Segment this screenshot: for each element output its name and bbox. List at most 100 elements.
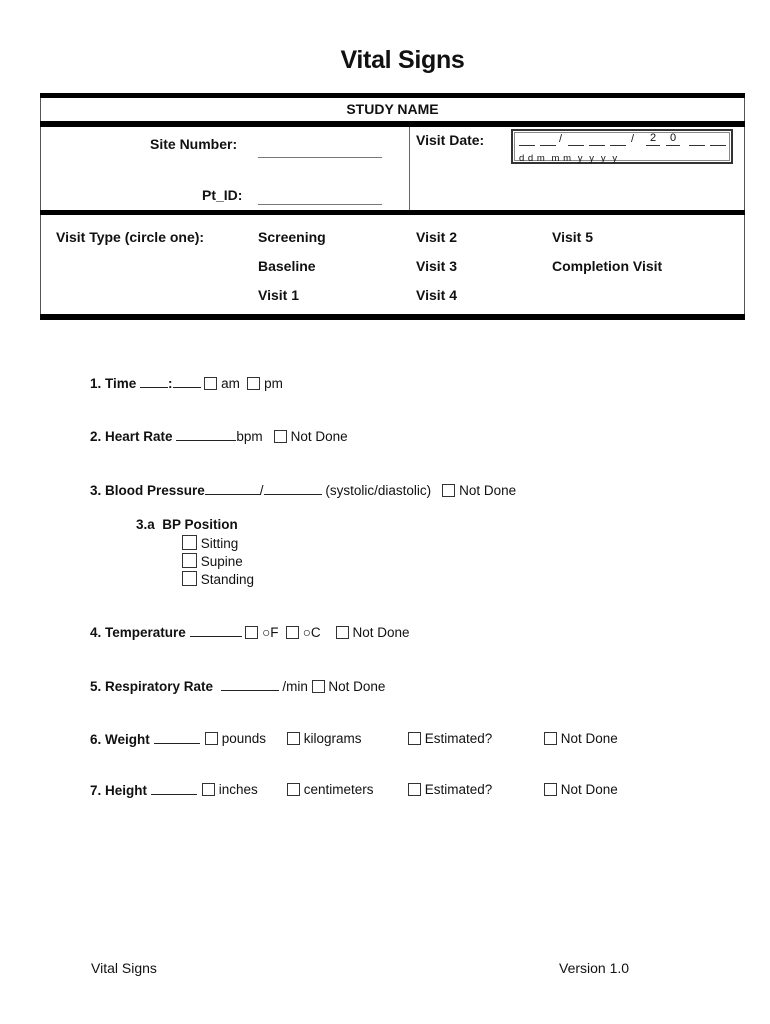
divider-band bbox=[40, 210, 745, 215]
question-weight: 6. Weight bbox=[90, 731, 200, 747]
bp-not-done-label: Not Done bbox=[459, 483, 517, 498]
visit-option-visit-4[interactable]: Visit 4 bbox=[416, 287, 457, 303]
weight-label: 6. Weight bbox=[90, 732, 150, 747]
height-label: 7. Height bbox=[90, 783, 148, 798]
date-month-2[interactable] bbox=[589, 145, 605, 146]
date-format-hint: d d m m m y y y y bbox=[519, 153, 618, 164]
visit-option-visit-1[interactable]: Visit 1 bbox=[258, 287, 299, 303]
visit-date-label: Visit Date: bbox=[416, 132, 485, 148]
weight-estimated-checkbox[interactable] bbox=[408, 732, 421, 745]
pounds-checkbox[interactable] bbox=[205, 732, 218, 745]
height-estimated-label: Estimated? bbox=[424, 782, 493, 797]
date-year-3[interactable] bbox=[689, 145, 705, 146]
bp-not-done-checkbox[interactable] bbox=[442, 484, 456, 497]
date-year-2 bbox=[666, 145, 680, 146]
inches-label: inches bbox=[218, 782, 258, 797]
weight-not-done-label: Not Done bbox=[560, 731, 618, 746]
date-separator: / bbox=[631, 133, 635, 145]
supine-checkbox[interactable] bbox=[182, 553, 197, 568]
inches-checkbox[interactable] bbox=[202, 783, 215, 796]
temperature-not-done-checkbox[interactable] bbox=[335, 626, 349, 639]
pt-id-label: Pt_ID: bbox=[202, 187, 243, 203]
date-month-3[interactable] bbox=[610, 145, 626, 146]
site-number-field[interactable] bbox=[258, 157, 382, 158]
question-blood-pressure: 3. Blood Pressure / (systolic/diastolic) … bbox=[90, 482, 516, 498]
height-not-done-checkbox[interactable] bbox=[544, 783, 557, 796]
question-heart-rate: 2. Heart Rate bpm Not Done bbox=[90, 428, 348, 444]
date-separator: / bbox=[559, 133, 563, 145]
respiratory-not-done-label: Not Done bbox=[328, 679, 386, 694]
bp-position-label: 3.a BP Position bbox=[136, 517, 238, 532]
kilograms-label: kilograms bbox=[303, 731, 362, 746]
systolic-field[interactable] bbox=[204, 482, 260, 495]
question-temperature: 4. Temperature ○F ○C Not Done bbox=[90, 624, 410, 640]
time-hour-field[interactable] bbox=[140, 375, 169, 388]
visit-date-field[interactable]: / / 2 0 d d m m m y y y y bbox=[511, 129, 733, 164]
respiratory-not-done-checkbox[interactable] bbox=[311, 680, 325, 693]
bp-position-sitting: Sitting bbox=[182, 535, 238, 551]
question-time: 1. Time : am pm bbox=[90, 375, 283, 391]
bottom-border bbox=[40, 314, 745, 320]
heart-rate-unit: bpm bbox=[236, 429, 263, 444]
date-day-1[interactable] bbox=[519, 145, 535, 146]
bp-unit: (systolic/diastolic) bbox=[325, 483, 432, 498]
pounds-label: pounds bbox=[221, 731, 267, 746]
blood-pressure-label: 3. Blood Pressure bbox=[90, 483, 205, 498]
study-name: STUDY NAME bbox=[346, 101, 439, 117]
heart-rate-label: 2. Heart Rate bbox=[90, 429, 173, 444]
sitting-label: Sitting bbox=[200, 536, 239, 551]
temperature-field[interactable] bbox=[189, 624, 242, 637]
pt-id-field[interactable] bbox=[258, 204, 382, 205]
fahrenheit-checkbox[interactable] bbox=[245, 626, 259, 639]
sitting-checkbox[interactable] bbox=[182, 535, 197, 550]
top-border bbox=[40, 93, 745, 98]
visit-option-visit-3[interactable]: Visit 3 bbox=[416, 258, 457, 274]
height-field[interactable] bbox=[150, 782, 197, 795]
temperature-label: 4. Temperature bbox=[90, 625, 186, 640]
visit-option-visit-2[interactable]: Visit 2 bbox=[416, 229, 457, 245]
diastolic-field[interactable] bbox=[263, 482, 322, 495]
time-label: 1. Time bbox=[90, 376, 137, 391]
question-height: 7. Height bbox=[90, 782, 197, 798]
heart-rate-not-done-checkbox[interactable] bbox=[273, 430, 287, 443]
visit-option-visit-5[interactable]: Visit 5 bbox=[552, 229, 593, 245]
site-number-label: Site Number: bbox=[150, 136, 238, 152]
date-year-4[interactable] bbox=[710, 145, 726, 146]
height-estimated-checkbox[interactable] bbox=[408, 783, 421, 796]
weight-estimated-label: Estimated? bbox=[424, 731, 493, 746]
date-year-1 bbox=[646, 145, 660, 146]
am-checkbox[interactable] bbox=[204, 377, 218, 390]
date-day-2[interactable] bbox=[540, 145, 556, 146]
page-title: Vital Signs bbox=[340, 46, 465, 74]
question-respiratory-rate: 5. Respiratory Rate /min Not Done bbox=[90, 678, 385, 694]
bp-position-supine: Supine bbox=[182, 553, 243, 569]
respiratory-rate-unit: /min bbox=[282, 679, 308, 694]
footer-version: Version 1.0 bbox=[559, 960, 630, 976]
weight-field[interactable] bbox=[153, 731, 200, 744]
celsius-label: ○C bbox=[302, 625, 321, 640]
date-year-prefix-2: 0 bbox=[670, 132, 677, 144]
heart-rate-field[interactable] bbox=[176, 428, 237, 441]
kilograms-checkbox[interactable] bbox=[287, 732, 300, 745]
supine-label: Supine bbox=[200, 554, 243, 569]
respiratory-rate-label: 5. Respiratory Rate bbox=[90, 679, 214, 694]
date-year-prefix-1: 2 bbox=[650, 132, 657, 144]
pm-label: pm bbox=[264, 376, 283, 391]
respiratory-rate-field[interactable] bbox=[220, 678, 279, 691]
temperature-not-done-label: Not Done bbox=[352, 625, 410, 640]
time-minute-field[interactable] bbox=[172, 375, 201, 388]
celsius-checkbox[interactable] bbox=[286, 626, 300, 639]
visit-option-baseline[interactable]: Baseline bbox=[258, 258, 316, 274]
visit-option-screening[interactable]: Screening bbox=[258, 229, 326, 245]
bp-position-standing: Standing bbox=[182, 571, 254, 587]
centimeters-label: centimeters bbox=[303, 782, 374, 797]
date-month-1[interactable] bbox=[568, 145, 584, 146]
standing-checkbox[interactable] bbox=[182, 571, 197, 586]
fahrenheit-label: ○F bbox=[262, 625, 279, 640]
heart-rate-not-done-label: Not Done bbox=[290, 429, 348, 444]
centimeters-checkbox[interactable] bbox=[287, 783, 300, 796]
column-divider bbox=[409, 127, 410, 210]
weight-not-done-checkbox[interactable] bbox=[544, 732, 557, 745]
pm-checkbox[interactable] bbox=[247, 377, 261, 390]
visit-option-completion[interactable]: Completion Visit bbox=[552, 258, 662, 274]
